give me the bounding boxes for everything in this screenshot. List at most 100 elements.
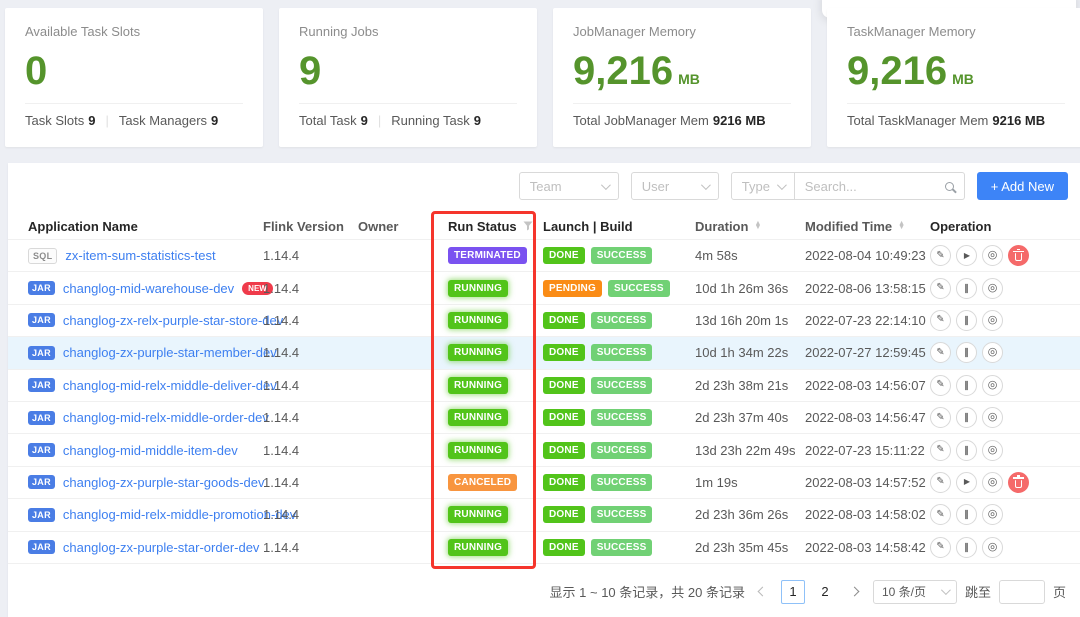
- eye-button[interactable]: ◎: [982, 342, 1003, 363]
- app-name-link[interactable]: zx-item-sum-statistics-test: [65, 248, 215, 263]
- chevron-down-icon: [777, 180, 787, 190]
- sort-icon[interactable]: ▲▼: [754, 222, 761, 230]
- run-status-badge: RUNNING: [448, 539, 508, 556]
- pause-button[interactable]: ∥: [956, 310, 977, 331]
- filter-funnel-icon[interactable]: [523, 221, 533, 231]
- play-button[interactable]: ▶: [956, 472, 977, 493]
- pause-button[interactable]: ∥: [956, 407, 977, 428]
- app-name-link[interactable]: changlog-mid-relx-middle-promotion-dev: [63, 507, 296, 522]
- type-select-placeholder: Type: [742, 179, 770, 194]
- edit-button[interactable]: ✎: [930, 440, 951, 461]
- edit-button[interactable]: ✎: [930, 278, 951, 299]
- edit-button[interactable]: ✎: [930, 310, 951, 331]
- team-select[interactable]: Team: [519, 172, 619, 200]
- search-icon[interactable]: [945, 182, 954, 191]
- prev-page-button[interactable]: [753, 580, 773, 604]
- modified-time: 2022-07-23 22:14:10: [805, 313, 930, 328]
- eye-button[interactable]: ◎: [982, 472, 1003, 493]
- run-status-badge: RUNNING: [448, 506, 508, 523]
- pause-button[interactable]: ∥: [956, 375, 977, 396]
- app-name-link[interactable]: changlog-zx-relx-purple-star-store-dev: [63, 313, 283, 328]
- card-title: TaskManager Memory: [827, 8, 1080, 39]
- column-modified-time[interactable]: Modified Time ▲▼: [805, 219, 930, 234]
- eye-button[interactable]: ◎: [982, 407, 1003, 428]
- pause-button[interactable]: ∥: [956, 537, 977, 558]
- app-name-link[interactable]: changlog-zx-purple-star-goods-dev: [63, 475, 265, 490]
- operation-buttons: ✎∥◎: [930, 375, 1080, 396]
- eye-button[interactable]: ◎: [982, 375, 1003, 396]
- edit-icon: ✎: [936, 315, 944, 325]
- delete-button[interactable]: [1008, 472, 1029, 493]
- pagination-summary: 显示 1 ~ 10 条记录，共 20 条记录: [550, 582, 745, 601]
- stat-cards: Available Task Slots 0 Task Slots9 | Tas…: [5, 8, 1080, 147]
- user-select[interactable]: User: [631, 172, 719, 200]
- launch-badge: DONE: [543, 312, 585, 329]
- trash-icon: [1015, 480, 1022, 488]
- chevron-down-icon: [601, 180, 611, 190]
- type-select[interactable]: Type: [731, 172, 795, 200]
- filter-bar: Team User Type + Add New: [8, 163, 1080, 200]
- eye-button[interactable]: ◎: [982, 504, 1003, 525]
- run-status-badge: RUNNING: [448, 442, 508, 459]
- app-name-link[interactable]: changlog-mid-relx-middle-order-dev: [63, 410, 269, 425]
- page-button-1[interactable]: 1: [781, 580, 805, 604]
- build-badge: SUCCESS: [591, 377, 653, 394]
- add-new-button[interactable]: + Add New: [977, 172, 1068, 200]
- edit-button[interactable]: ✎: [930, 472, 951, 493]
- app-name-link[interactable]: changlog-mid-middle-item-dev: [63, 443, 238, 458]
- pause-icon: ∥: [964, 510, 969, 519]
- eye-button[interactable]: ◎: [982, 440, 1003, 461]
- play-button[interactable]: ▶: [956, 245, 977, 266]
- operation-buttons: ✎▶◎: [930, 245, 1080, 266]
- column-operation: Operation: [930, 219, 1080, 234]
- app-name-link[interactable]: changlog-zx-purple-star-member-dev: [63, 345, 277, 360]
- modified-time: 2022-08-04 10:49:23: [805, 248, 930, 263]
- eye-button[interactable]: ◎: [982, 278, 1003, 299]
- card-footer: Task Slots9 | Task Managers9: [5, 104, 263, 128]
- next-page-button[interactable]: [845, 580, 865, 604]
- table-body: SQL zx-item-sum-statistics-test 1.14.4 T…: [8, 240, 1080, 564]
- pause-button[interactable]: ∥: [956, 504, 977, 525]
- team-select-placeholder: Team: [530, 179, 562, 194]
- run-status-badge: RUNNING: [448, 409, 508, 426]
- footer-stat: Task Slots9: [25, 113, 95, 128]
- pause-button[interactable]: ∥: [956, 440, 977, 461]
- page-button-2[interactable]: 2: [813, 580, 837, 604]
- app-name-link[interactable]: changlog-mid-warehouse-dev: [63, 281, 234, 296]
- pause-button[interactable]: ∥: [956, 278, 977, 299]
- app-name-link[interactable]: changlog-zx-purple-star-order-dev: [63, 540, 260, 555]
- eye-button[interactable]: ◎: [982, 310, 1003, 331]
- flink-version: 1.14.4: [263, 345, 358, 360]
- page-size-select[interactable]: 10 条/页: [873, 580, 957, 604]
- duration: 2d 23h 36m 26s: [695, 507, 805, 522]
- modified-time: 2022-08-03 14:58:02: [805, 507, 930, 522]
- eye-icon: ◎: [988, 315, 998, 326]
- build-badge: SUCCESS: [591, 247, 653, 264]
- eye-button[interactable]: ◎: [982, 245, 1003, 266]
- modified-time: 2022-08-03 14:57:52: [805, 475, 930, 490]
- sort-icon[interactable]: ▲▼: [898, 222, 905, 230]
- modified-time: 2022-08-03 14:56:47: [805, 410, 930, 425]
- flink-version: 1.14.4: [263, 248, 358, 263]
- search-input[interactable]: [805, 179, 925, 194]
- edit-button[interactable]: ✎: [930, 342, 951, 363]
- jump-page-input[interactable]: [999, 580, 1045, 604]
- edit-button[interactable]: ✎: [930, 504, 951, 525]
- launch-badge: DONE: [543, 344, 585, 361]
- modified-time: 2022-08-03 14:56:07: [805, 378, 930, 393]
- column-duration[interactable]: Duration ▲▼: [695, 219, 805, 234]
- edit-button[interactable]: ✎: [930, 375, 951, 396]
- edit-button[interactable]: ✎: [930, 537, 951, 558]
- duration: 10d 1h 26m 36s: [695, 281, 805, 296]
- footer-stat: Running Task9: [391, 113, 481, 128]
- operation-buttons: ✎ ∥ ◎: [930, 504, 1080, 525]
- delete-button[interactable]: [1008, 245, 1029, 266]
- edit-button[interactable]: ✎: [930, 245, 951, 266]
- launch-badge: DONE: [543, 377, 585, 394]
- pause-button[interactable]: ∥: [956, 342, 977, 363]
- operation-buttons: ✎∥◎: [930, 342, 1080, 363]
- edit-button[interactable]: ✎: [930, 407, 951, 428]
- modified-time: 2022-07-23 15:11:22: [805, 443, 930, 458]
- eye-button[interactable]: ◎: [982, 537, 1003, 558]
- app-name-link[interactable]: changlog-mid-relx-middle-deliver-dev: [63, 378, 277, 393]
